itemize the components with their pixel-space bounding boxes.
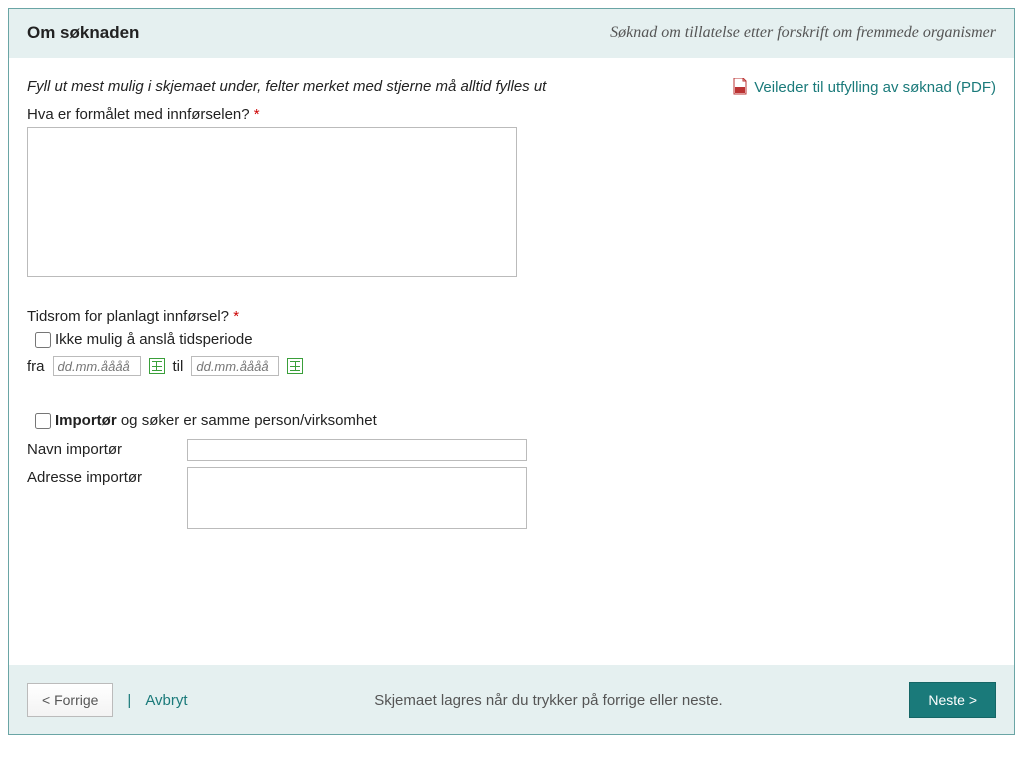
required-mark: * — [254, 106, 260, 123]
form-container: Om søknaden Søknad om tillatelse etter f… — [8, 8, 1015, 735]
to-label: til — [173, 358, 184, 375]
next-button[interactable]: Neste > — [909, 682, 996, 718]
importer-checkbox-label: Importør og søker er samme person/virkso… — [55, 412, 377, 429]
required-mark: * — [233, 308, 239, 325]
from-date-input[interactable] — [53, 356, 141, 376]
same-person-checkbox[interactable] — [35, 413, 51, 429]
purpose-label: Hva er formålet med innførselen? * — [27, 106, 996, 123]
pdf-icon — [732, 78, 748, 96]
content-area: Fyll ut mest mulig i skjemaet under, fel… — [9, 58, 1014, 665]
footer-info: Skjemaet lagres når du trykker på forrig… — [188, 692, 910, 709]
importer-name-input[interactable] — [187, 439, 527, 461]
importer-address-label: Adresse importør — [27, 467, 187, 486]
previous-button[interactable]: < Forrige — [27, 683, 113, 717]
instructions-text: Fyll ut mest mulig i skjemaet under, fel… — [27, 78, 546, 95]
separator: | — [127, 692, 131, 709]
importer-section: Importør og søker er samme person/virkso… — [27, 412, 996, 529]
estimate-checkbox-row: Ikke mulig å anslå tidsperiode — [27, 331, 996, 348]
page-title: Om søknaden — [27, 23, 139, 43]
calendar-icon[interactable] — [287, 358, 303, 374]
to-date-input[interactable] — [191, 356, 279, 376]
importer-checkbox-row: Importør og søker er samme person/virkso… — [27, 412, 996, 429]
cannot-estimate-checkbox[interactable] — [35, 332, 51, 348]
pdf-guide-link[interactable]: Veileder til utfylling av søknad (PDF) — [732, 78, 996, 96]
cancel-link[interactable]: Avbryt — [145, 692, 187, 709]
pdf-link-text: Veileder til utfylling av søknad (PDF) — [754, 79, 996, 96]
importer-name-row: Navn importør — [27, 439, 996, 461]
calendar-icon[interactable] — [149, 358, 165, 374]
cannot-estimate-label: Ikke mulig å anslå tidsperiode — [55, 331, 253, 348]
top-row: Fyll ut mest mulig i skjemaet under, fel… — [27, 78, 996, 96]
form-subtitle: Søknad om tillatelse etter forskrift om … — [610, 24, 996, 42]
footer: < Forrige | Avbryt Skjemaet lagres når d… — [9, 665, 1014, 734]
from-label: fra — [27, 358, 45, 375]
purpose-textarea[interactable] — [27, 127, 517, 277]
timeframe-label: Tidsrom for planlagt innførsel? * — [27, 308, 996, 325]
form-header: Om søknaden Søknad om tillatelse etter f… — [9, 9, 1014, 58]
importer-address-row: Adresse importør — [27, 467, 996, 529]
importer-address-textarea[interactable] — [187, 467, 527, 529]
importer-name-label: Navn importør — [27, 439, 187, 458]
date-row: fra til — [27, 356, 996, 376]
